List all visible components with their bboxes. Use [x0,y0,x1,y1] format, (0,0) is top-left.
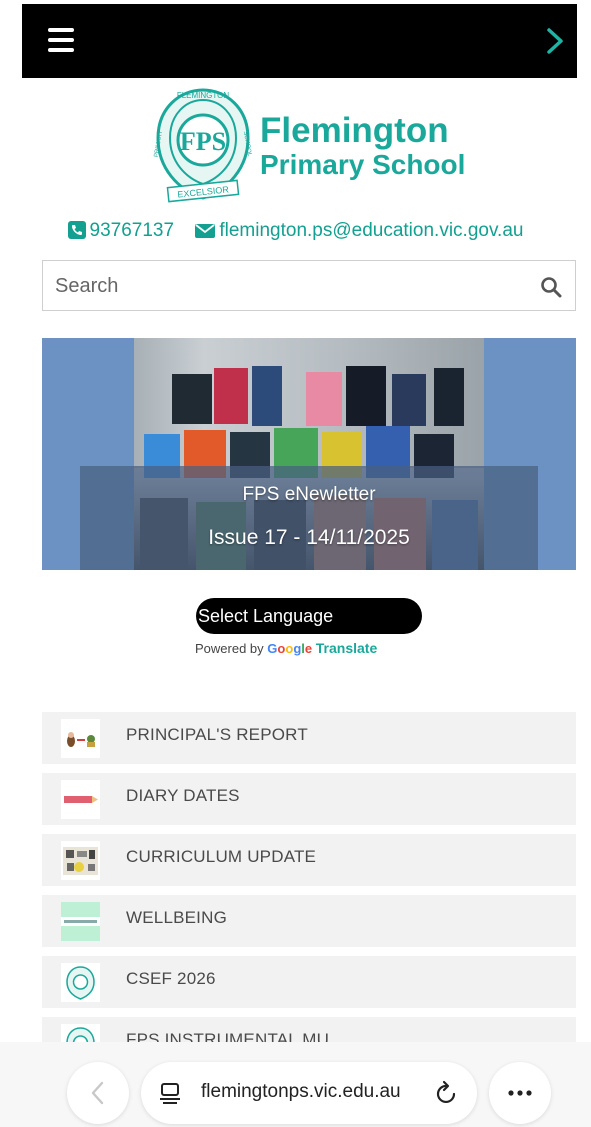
school-logo[interactable]: FPS FLEMINGTON PRIMARY SCHOOL EXCELSIOR … [148,86,478,204]
school-name-line2: Primary School [260,149,466,180]
phone-number: 93767137 [89,220,175,241]
school-crest-icon: FPS FLEMINGTON PRIMARY SCHOOL EXCELSIOR [154,88,252,203]
google-logo-text: Google [267,641,313,656]
menu-item-wellbeing[interactable]: WELLBEING [42,895,576,947]
menu-item-label: WELLBEING [126,908,227,927]
chevron-right-icon[interactable] [543,26,567,56]
crest-thumbnail-icon [61,1024,100,1042]
phone-link[interactable]: 93767137 [67,220,175,242]
crest-initials: FPS [180,127,226,156]
phone-icon [67,221,86,239]
banner-overlay [80,466,538,570]
search-input[interactable] [55,269,515,303]
banner-title: FPS eNewletter [242,484,376,505]
more-options-button[interactable] [489,1062,551,1124]
url-text: flemingtonps.vic.edu.au [201,1081,401,1102]
email-link[interactable]: flemington.ps@education.vic.gov.au [195,220,523,242]
hamburger-icon[interactable] [48,28,74,54]
menu-item-label: PRINCIPAL'S REPORT [126,725,308,744]
ellipsis-icon [508,1090,532,1096]
banner-subtitle: Issue 17 - 14/11/2025 [208,526,410,549]
menu-item-principals-report[interactable]: PRINCIPAL'S REPORT [42,712,576,764]
chevron-left-icon [91,1081,104,1105]
powered-by-label: Powered by [195,641,264,656]
contact-row: 93767137 flemington.ps@education.vic.gov… [0,220,591,248]
address-bar[interactable]: flemingtonps.vic.edu.au [141,1062,477,1124]
newsletter-menu: PRINCIPAL'S REPORT DIARY DATES CURRICULU… [42,712,576,1042]
browser-toolbar: flemingtonps.vic.edu.au [0,1042,591,1127]
search-icon[interactable] [540,276,562,298]
menu-item-diary-dates[interactable]: DIARY DATES [42,773,576,825]
select-language-dropdown[interactable]: Select Language [196,598,422,634]
crest-thumbnail-icon [61,963,100,1002]
pencil-thumbnail-icon [61,780,100,819]
crest-top-text: FLEMINGTON [177,91,230,100]
school-name-line1: Flemington [260,111,449,150]
back-button[interactable] [67,1062,129,1124]
principal-thumbnail-icon [61,719,100,758]
menu-item-curriculum-update[interactable]: CURRICULUM UPDATE [42,834,576,886]
search-box [42,260,576,311]
top-bar [22,4,577,78]
curriculum-thumbnail-icon [61,841,100,880]
menu-item-csef-2026[interactable]: CSEF 2026 [42,956,576,1008]
tabs-icon [160,1083,180,1104]
menu-item-label: FPS INSTRUMENTAL MU [126,1030,330,1042]
menu-item-fps-instrumental-music[interactable]: FPS INSTRUMENTAL MU [42,1017,576,1042]
wellbeing-thumbnail-icon [61,902,100,941]
email-address: flemington.ps@education.vic.gov.au [219,220,524,241]
translate-label: Translate [315,640,378,656]
menu-item-label: CURRICULUM UPDATE [126,847,317,866]
powered-by-google-translate[interactable]: Powered by Google Translate [195,640,435,656]
envelope-icon [195,224,216,238]
menu-item-label: DIARY DATES [126,786,240,805]
newsletter-banner[interactable]: FPS eNewletter Issue 17 - 14/11/2025 [42,338,576,570]
school-name: Flemington Primary School [260,112,465,180]
menu-item-label: CSEF 2026 [126,969,216,988]
reload-icon[interactable] [435,1080,459,1106]
